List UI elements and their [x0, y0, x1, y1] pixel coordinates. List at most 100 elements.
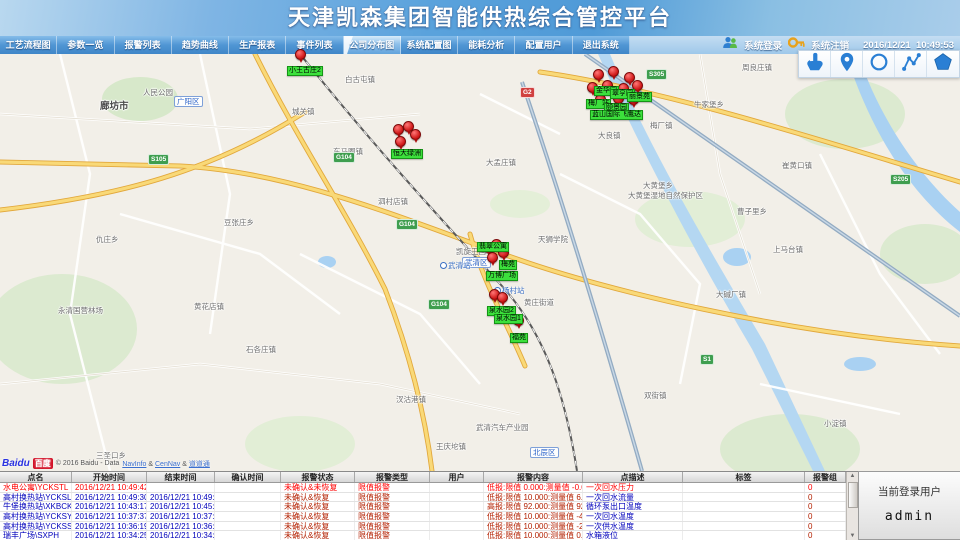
cell: 2016/12/21 10:37:37 — [72, 512, 147, 521]
tab-参数一览[interactable]: 参数一览 — [57, 36, 114, 54]
hand-tool-icon — [804, 51, 826, 78]
tab-退出系统[interactable]: 退出系统 — [573, 36, 630, 54]
tab-能耗分析[interactable]: 能耗分析 — [458, 36, 515, 54]
site-label[interactable]: 梅苑 — [499, 260, 517, 270]
alarm-site-marker-icon[interactable] — [608, 66, 619, 77]
tab-label: 能耗分析 — [468, 40, 504, 50]
cell: 限值报警 — [355, 512, 430, 521]
cell — [683, 502, 805, 511]
alarm-site-marker-icon[interactable] — [497, 292, 508, 303]
column-header-报警类型[interactable]: 报警类型 — [355, 472, 430, 482]
attribution-link[interactable]: CenNav — [155, 461, 180, 468]
attribution-link[interactable]: NavInfo — [122, 461, 146, 468]
site-label[interactable]: 福苑 — [510, 333, 528, 343]
cell: 低报:限值 10.000:测量值 -41.375 — [484, 512, 583, 521]
cell: 限值报警 — [355, 502, 430, 511]
table-row[interactable]: 高村换热站\YCKSYO2016/12/21 10:37:372016/12/2… — [0, 512, 858, 522]
cell: 2016/12/21 10:45:18 — [147, 502, 215, 511]
table-row[interactable]: 高村换热站\YCKSLL2016/12/21 10:49:302016/12/2… — [0, 493, 858, 503]
cell: 水电公寓\YCKSTL — [0, 483, 72, 492]
circle-tool-icon — [868, 51, 890, 78]
column-header-点名[interactable]: 点名 — [0, 472, 72, 482]
table-row[interactable]: 高村换热站\YCKSSYO2016/12/21 10:36:192016/12/… — [0, 522, 858, 532]
site-label[interactable]: 万博广场 — [486, 271, 518, 281]
site-label[interactable]: 泉水园1 — [494, 314, 523, 324]
cell: 2016/12/21 10:36:19 — [72, 522, 147, 531]
column-header-确认时间[interactable]: 确认时间 — [215, 472, 281, 482]
alarm-site-marker-icon[interactable] — [487, 252, 498, 263]
cell: 2016/12/21 10:43:17 — [72, 502, 147, 511]
cell — [683, 493, 805, 502]
road-shield: S105 — [148, 154, 169, 165]
tab-公司分布图[interactable]: 公司分布图 — [344, 36, 401, 54]
alarm-site-marker-icon[interactable] — [410, 129, 421, 140]
site-label[interactable]: 丽景苑 — [627, 92, 652, 102]
map-canvas[interactable]: 周良庄镇人民公园廊坊市白古屯镇城关镇牛家堡乡梅厂镇大良镇大孟庄镇东马圈镇大黄堡乡… — [0, 54, 960, 471]
cell — [683, 512, 805, 521]
cell — [215, 483, 281, 492]
scrollbar-thumb[interactable] — [848, 482, 858, 508]
attribution-links: NavInfo & CenNav & 道道通 — [122, 459, 210, 469]
table-row[interactable]: 水电公寓\YCKSTL2016/12/21 10:49:42未确认&未恢复限值报… — [0, 483, 858, 493]
cell: 2016/12/21 10:34:25 — [72, 531, 147, 540]
hand-tool-button[interactable] — [799, 51, 831, 77]
cell: 0 — [805, 531, 846, 540]
cell — [683, 522, 805, 531]
cell: 未确认&恢复 — [281, 522, 355, 531]
alarm-site-marker-icon[interactable] — [395, 136, 406, 147]
column-header-开始时间[interactable]: 开始时间 — [72, 472, 147, 482]
cell: 高村换热站\YCKSSYO — [0, 522, 72, 531]
tab-趋势曲线[interactable]: 趋势曲线 — [172, 36, 229, 54]
marker-tool-button[interactable] — [831, 51, 863, 77]
cell: 牛堡换热站\XKBCKYO — [0, 502, 72, 511]
table-scrollbar[interactable]: ▲ ▼ — [846, 472, 858, 540]
cell — [430, 512, 484, 521]
site-label[interactable]: 小王古庄2 — [287, 66, 323, 76]
page-title: 天津凯森集团智能供热综合管控平台 — [0, 0, 960, 36]
polygon-tool-button[interactable] — [927, 51, 959, 77]
tab-生产报表[interactable]: 生产报表 — [229, 36, 286, 54]
table-row[interactable]: 牛堡换热站\XKBCKYO2016/12/21 10:43:172016/12/… — [0, 502, 858, 512]
alarm-site-marker-icon[interactable] — [593, 69, 604, 80]
column-header-报警内容[interactable]: 报警内容 — [484, 472, 583, 482]
site-label[interactable]: 翡翠公寓 — [477, 242, 509, 252]
datetime-display: 2016/12/21 10:49:53 — [863, 40, 954, 51]
site-label[interactable]: 蓝山国际飞鹰达 — [590, 110, 643, 120]
cell — [683, 531, 805, 540]
tab-报警列表[interactable]: 报警列表 — [115, 36, 172, 54]
cell: 2016/12/21 10:49:42 — [72, 483, 147, 492]
polyline-tool-icon — [900, 51, 922, 78]
cell: 低报:限值 0.000:测量值 -0.002 — [484, 483, 583, 492]
tab-label: 退出系统 — [583, 40, 619, 50]
cell: 未确认&恢复 — [281, 493, 355, 502]
cell: 循环泵出口温度 — [583, 502, 683, 511]
column-header-点描述[interactable]: 点描述 — [583, 472, 683, 482]
circle-tool-button[interactable] — [863, 51, 895, 77]
attribution-link[interactable]: 道道通 — [189, 461, 210, 468]
table-row[interactable]: 瑞丰广场\SXPH2016/12/21 10:34:252016/12/21 1… — [0, 531, 858, 540]
site-label[interactable]: 恒大绿洲 — [391, 149, 423, 159]
polyline-tool-button[interactable] — [895, 51, 927, 77]
road-shield: S305 — [646, 69, 667, 80]
copyright-text: © 2016 Baidu - Data — [56, 460, 120, 467]
alarm-site-marker-icon[interactable] — [295, 49, 306, 60]
column-header-用户[interactable]: 用户 — [430, 472, 484, 482]
rail-station-icon — [440, 262, 447, 269]
tab-工艺流程图[interactable]: 工艺流程图 — [0, 36, 57, 54]
users-icon[interactable] — [722, 36, 738, 54]
column-header-报警组[interactable]: 报警组 — [805, 472, 846, 482]
cell: 限值报警 — [355, 483, 430, 492]
column-header-结束时间[interactable]: 结束时间 — [147, 472, 215, 482]
scroll-up-icon[interactable]: ▲ — [850, 472, 856, 481]
tab-系统配置图[interactable]: 系统配置图 — [401, 36, 458, 54]
baidu-logo: Baidu — [2, 458, 30, 469]
road-shield: G104 — [428, 299, 450, 310]
column-header-标签[interactable]: 标签 — [683, 472, 805, 482]
column-header-报警状态[interactable]: 报警状态 — [281, 472, 355, 482]
cell: 2016/12/21 10:36:30 — [147, 522, 215, 531]
cell: 低报:限值 10.000:测量值 0.040 — [484, 531, 583, 540]
marker-tool-icon — [836, 51, 858, 78]
login-button[interactable]: 系统登录 — [744, 38, 782, 52]
scroll-down-icon[interactable]: ▼ — [850, 532, 856, 540]
tab-配置用户[interactable]: 配置用户 — [515, 36, 572, 54]
